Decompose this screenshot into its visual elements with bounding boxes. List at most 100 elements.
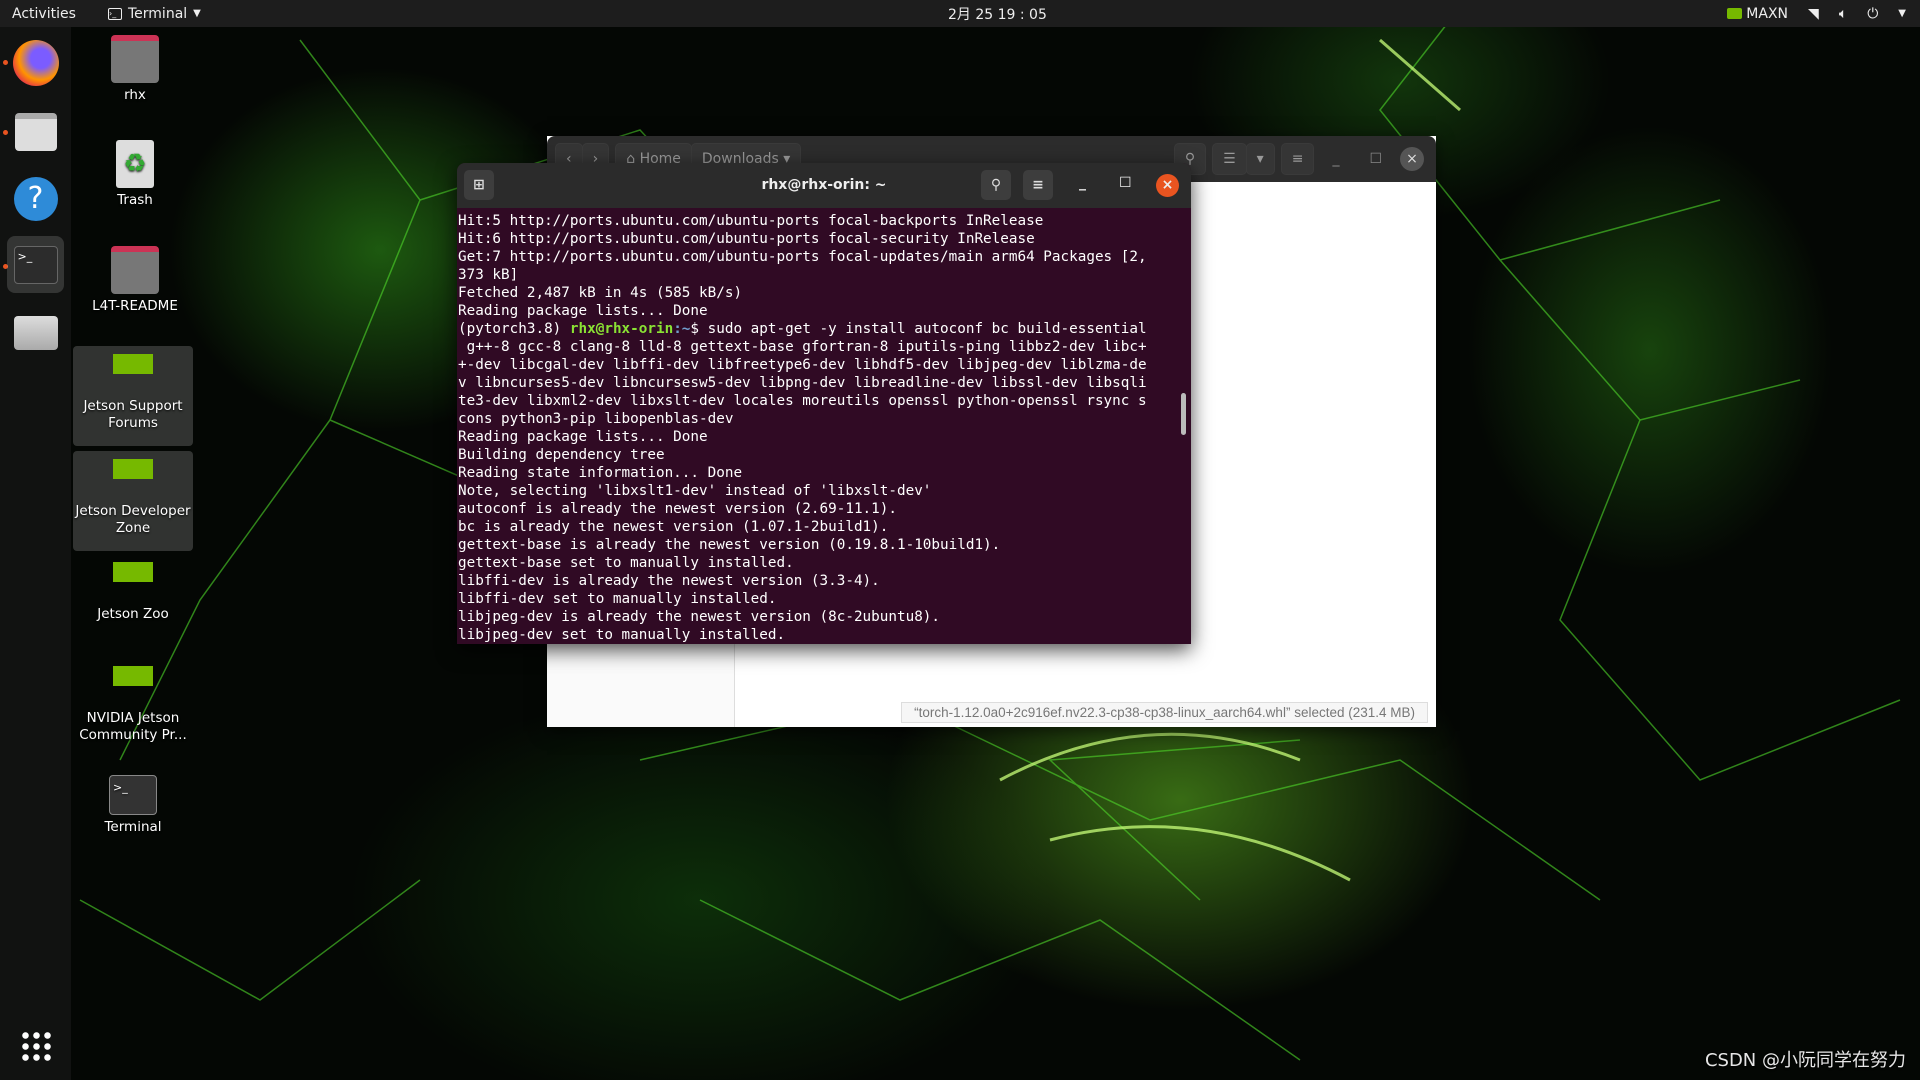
nvidia-link-icon [113,354,153,394]
desktop-item-label: Trash [117,192,153,208]
prompt-command: $ sudo apt-get -y install autoconf bc bu… [690,321,1147,337]
output-line: Note, selecting 'libxslt1-dev' instead o… [458,483,932,499]
desktop-item-label: Terminal [104,819,162,835]
hamburger-icon: ≡ [1032,177,1044,193]
menu-button[interactable]: ≡ [1280,143,1315,175]
terminal-headerbar: ⊞ rhx@rhx-orin: ~ ⚲ ≡ _ ☐ × [457,163,1191,208]
clock[interactable]: 2月 25 19 : 05 [948,4,1047,24]
desktop-item-nvidia-jetson-community[interactable]: NVIDIA Jetson Community Pr... [73,666,193,744]
desktop-item-label: L4T-README [92,298,178,314]
nvidia-link-icon [113,666,153,706]
output-line: Fetched 2,487 kB in 4s (585 kB/s) [458,285,743,301]
home-folder-icon [111,35,159,83]
close-button[interactable]: × [1156,174,1179,197]
prompt-path: :~ [673,321,691,337]
desktop-item-label: Jetson Zoo [97,606,169,622]
dock-disk[interactable] [7,304,64,361]
minimize-button[interactable]: _ [1079,175,1086,191]
files-icon [14,112,57,151]
desktop-item-terminal[interactable]: >_ Terminal [73,775,193,836]
dock: ? >_ [0,27,71,1080]
prompt-line: (pytorch3.8) rhx@rhx-orin:~$ sudo apt-ge… [458,320,1191,338]
dock-firefox[interactable] [7,34,64,91]
power-mode-label: MAXN [1746,5,1789,22]
desktop-item-rhx[interactable]: rhx [75,35,195,104]
app-menu[interactable]: ›_ Terminal ▼ [108,6,201,22]
folder-link-icon [111,246,159,294]
system-tray[interactable]: MAXN ◥ 🔈︎ ⏻ ▼ [1727,6,1906,22]
show-applications-icon[interactable] [20,1030,52,1062]
dock-terminal[interactable]: >_ [7,236,64,293]
terminal-output[interactable]: Hit:5 http://ports.ubuntu.com/ubuntu-por… [457,208,1191,644]
help-icon: ? [13,176,58,221]
output-line: Hit:6 http://ports.ubuntu.com/ubuntu-por… [458,231,1035,247]
trash-icon: ♻ [116,140,154,188]
desktop-item-jetson-zoo[interactable]: Jetson Zoo [73,562,193,623]
maximize-button[interactable]: ☐ [1119,175,1132,191]
output-line: te3-dev libxml2-dev libxslt-dev locales … [458,393,1147,409]
terminal-icon: >_ [13,245,58,284]
view-options-button[interactable]: ▾ [1245,143,1275,175]
search-icon: ⚲ [990,177,1002,193]
terminal-icon: ›_ [108,7,122,20]
scrollbar[interactable] [1181,393,1186,435]
dock-help[interactable]: ? [7,170,64,227]
output-line: bc is already the newest version (1.07.1… [458,519,889,535]
output-line: g++-8 gcc-8 clang-8 lld-8 gettext-base g… [458,339,1147,355]
minimize-button[interactable]: _ [1320,151,1351,167]
app-menu-label: Terminal [128,5,188,22]
output-line: gettext-base set to manually installed. [458,555,794,571]
prompt-env: (pytorch3.8) [458,321,570,337]
nvidia-icon [1727,8,1743,19]
volume-icon: 🔈︎ [1838,5,1848,22]
output-line: Hit:5 http://ports.ubuntu.com/ubuntu-por… [458,213,1044,229]
top-bar: Activities ›_ Terminal ▼ 2月 25 19 : 05 MAX… [0,0,1920,27]
output-line: cons python3-pip libopenblas-dev [458,411,734,427]
desktop-item-label: Jetson Developer Zone [75,503,191,536]
nvidia-link-icon [113,562,153,602]
desktop-item-label: NVIDIA Jetson Community Pr... [79,710,187,743]
caret-down-icon: ▼ [193,8,201,19]
disk-icon [13,315,58,350]
list-view-icon: ☰ [1223,151,1236,167]
view-list-button[interactable]: ☰ [1212,143,1247,175]
nvidia-link-icon [113,459,153,499]
output-line: Reading package lists... Done [458,303,708,319]
dock-files[interactable] [7,103,64,160]
output-line: 373 kB] [458,267,519,283]
output-line: libffi-dev set to manually installed. [458,591,777,607]
output-line: Reading state information... Done [458,465,743,481]
desktop-item-label: Jetson Support Forums [83,398,183,431]
output-line: libffi-dev is already the newest version… [458,573,880,589]
output-line: libjpeg-dev set to manually installed. [458,627,786,643]
caret-down-icon: ▼ [1898,8,1906,19]
hamburger-icon: ≡ [1291,151,1304,167]
desktop-item-label: rhx [124,87,146,103]
menu-button[interactable]: ≡ [1023,170,1053,200]
desktop-item-jetson-developer-zone[interactable]: Jetson Developer Zone [73,451,193,551]
wifi-icon: ◥ [1808,5,1819,22]
output-line: libjpeg-dev is already the newest versio… [458,609,941,625]
output-line: +-dev libcgal-dev libffi-dev libfreetype… [458,357,1147,373]
search-button[interactable]: ⚲ [981,170,1011,200]
output-line: Get:7 http://ports.ubuntu.com/ubuntu-por… [458,249,1147,265]
maximize-button[interactable]: ☐ [1357,151,1394,167]
output-line: Building dependency tree [458,447,665,463]
prompt-user: rhx@rhx-orin [569,321,674,337]
desktop-item-l4t-readme[interactable]: L4T-README [75,246,195,315]
output-line: v libncurses5-dev libncursesw5-dev libpn… [458,375,1147,391]
selection-status: “torch-1.12.0a0+2c916ef.nv22.3-cp38-cp38… [901,702,1428,723]
output-line: Reading package lists... Done [458,429,708,445]
power-mode[interactable]: MAXN [1727,6,1788,22]
watermark: CSDN @小阮同学在努力 [1704,1050,1906,1071]
close-button[interactable]: × [1400,147,1424,171]
activities-button[interactable]: Activities [12,6,76,22]
power-icon: ⏻ [1867,5,1879,22]
terminal-icon: >_ [109,775,157,815]
firefox-icon [12,39,59,86]
output-line: gettext-base is already the newest versi… [458,537,1001,553]
output-line: autoconf is already the newest version (… [458,501,897,517]
terminal-window: ⊞ rhx@rhx-orin: ~ ⚲ ≡ _ ☐ × Hit:5 http:/… [457,163,1191,644]
desktop-item-trash[interactable]: ♻ Trash [75,140,195,209]
desktop-item-jetson-support-forums[interactable]: Jetson Support Forums [73,346,193,446]
